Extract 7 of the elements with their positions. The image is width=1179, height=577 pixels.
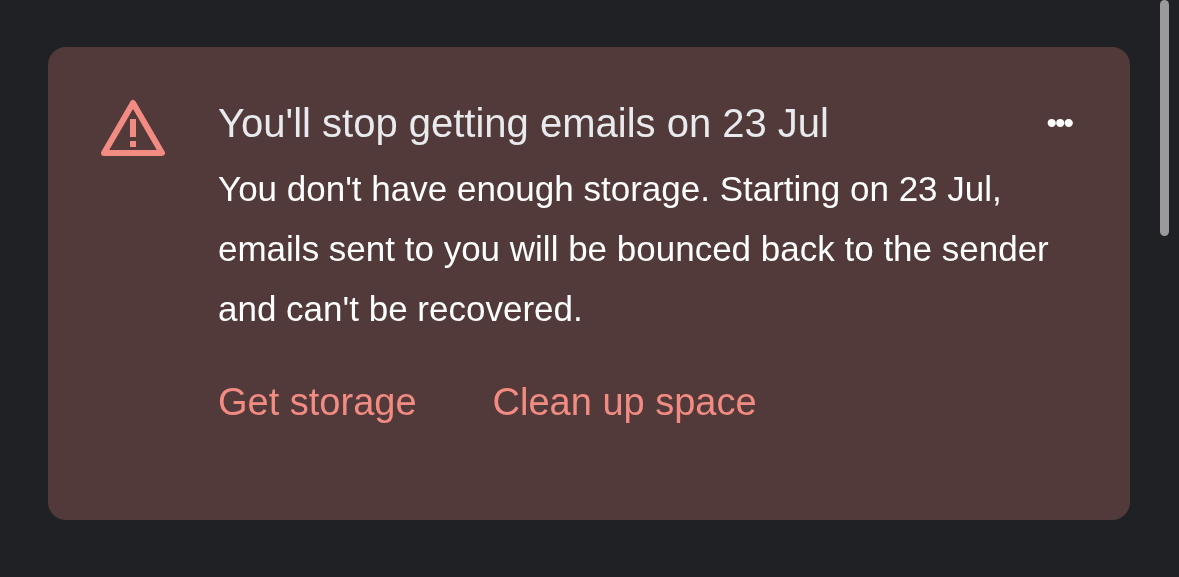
more-menu-button[interactable]: ••• [1046, 106, 1090, 140]
banner-message: You don't have enough storage. Starting on 23 Jul, emails sent to you will be bounced back to the sender and can't be recovered. [218, 168, 1050, 330]
action-link[interactable]: Get storage [218, 381, 417, 424]
banner-title: You'll stop getting emails on 23 Jul [218, 100, 829, 147]
scrollbar[interactable] [1160, 0, 1169, 236]
warning-icon [100, 99, 166, 157]
action-link[interactable]: Clean up space [492, 381, 757, 424]
